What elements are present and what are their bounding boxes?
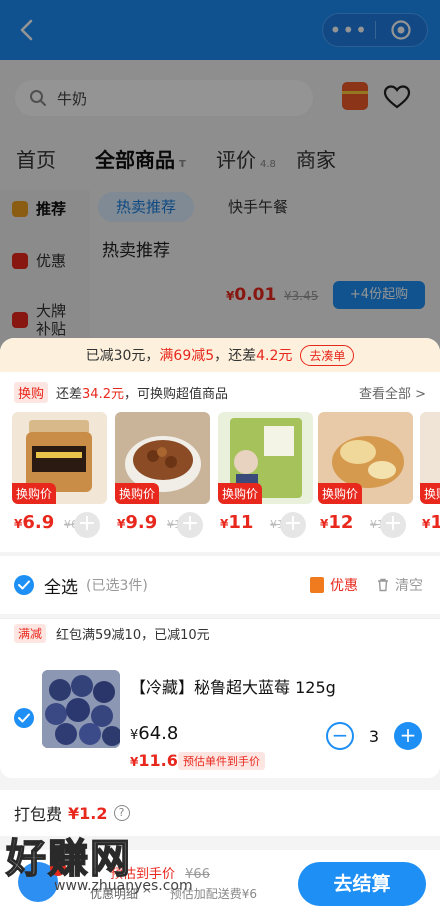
swap-price: ¥1 — [422, 512, 440, 533]
selected-count: (已选3件) — [86, 578, 148, 594]
swap-tag: 换购 — [14, 382, 49, 403]
product-image: 换购价 — [318, 412, 413, 504]
product-name[interactable]: 【冷藏】秘鲁超大蓝莓 125g — [130, 674, 336, 698]
swap-item[interactable]: 换购价 ¥6.9 ¥6 + — [12, 412, 107, 542]
help-icon[interactable]: ? — [113, 805, 130, 821]
promo-bar: 已减30元， 满69减5 ，还差 4.2元 去凑单 — [0, 338, 440, 372]
product-price: ¥64.8 — [130, 723, 179, 744]
discount-tag-icon — [310, 577, 324, 593]
quantity-stepper: − 3 + — [326, 722, 422, 750]
swap-price: ¥6.9 — [14, 512, 55, 533]
estimated-total: 预估到手价 ¥66 — [110, 867, 210, 882]
item-checkbox[interactable] — [14, 708, 34, 728]
modal-overlay[interactable] — [0, 0, 440, 350]
add-circle-icon[interactable]: + — [74, 512, 100, 538]
blueberry-image[interactable] — [42, 670, 120, 748]
quantity-value[interactable]: 3 — [354, 727, 394, 746]
checkout-bar: 预估到手价 ¥66 优惠明细 ^ 预估加配送费¥6 去结算 — [0, 850, 440, 912]
swap-item[interactable]: 换购价 ¥12 ¥1 + — [318, 412, 413, 542]
add-circle-icon[interactable]: + — [280, 512, 306, 538]
swap-item[interactable]: 换购价 ¥1 — [420, 412, 440, 542]
select-all-label[interactable]: 全选 — [44, 573, 78, 598]
swap-item[interactable]: 换购价 ¥9.9 ¥1 + — [115, 412, 210, 542]
swap-item[interactable]: 换购价 ¥11 ¥1 + — [218, 412, 313, 542]
clear-button[interactable]: 清空 — [376, 575, 423, 595]
estimated-price-tag: 预估单件到手价 — [178, 752, 265, 770]
packing-fee-value: ¥1.2 — [68, 803, 108, 823]
discount-detail-toggle[interactable]: 优惠明细 ^ — [90, 887, 152, 901]
checkout-button[interactable]: 去结算 — [298, 862, 426, 906]
add-circle-icon[interactable]: + — [177, 512, 203, 538]
swap-header: 换购 还差 34.2元 ，可换购超值商品 — [14, 382, 228, 403]
select-all-checkbox[interactable] — [14, 575, 34, 595]
price-detail-line: 优惠明细 ^ 预估加配送费¥6 — [90, 885, 257, 902]
see-all-link[interactable]: 查看全部 > — [359, 383, 426, 402]
cart-item: 【冷藏】秘鲁超大蓝莓 125g ¥64.8 ¥11.6 预估单件到手价 − 3 … — [0, 648, 440, 778]
swap-price: ¥11 — [220, 512, 254, 533]
product-image: 换购价 — [115, 412, 210, 504]
full-reduction-row: 满减 红包满59减10，已减10元 — [0, 618, 440, 648]
add-more-button[interactable]: 去凑单 — [300, 344, 355, 366]
delivery-fee-note: 预估加配送费¥6 — [169, 887, 257, 901]
full-reduction-tag: 满减 — [14, 624, 47, 643]
plus-icon[interactable]: + — [394, 722, 422, 750]
cart-count-badge — [50, 860, 66, 876]
product-image: 换购价 — [218, 412, 313, 504]
trash-icon — [378, 578, 388, 592]
add-circle-icon[interactable]: + — [380, 512, 406, 538]
select-all-bar: 全选 (已选3件) 优惠 清空 — [0, 556, 440, 614]
cart-sheet: 已减30元， 满69减5 ，还差 4.2元 去凑单 换购 还差 34.2元 ，可换购… — [0, 338, 440, 912]
packing-fee-row: 打包费 ¥1.2 ? — [0, 790, 440, 836]
discount-button[interactable]: 优惠 — [310, 575, 358, 595]
product-image: 换购价 — [420, 412, 440, 504]
product-image: 换购价 — [12, 412, 107, 504]
full-reduction-text: 红包满59减10，已减10元 — [56, 628, 210, 643]
minus-icon[interactable]: − — [326, 722, 354, 750]
packing-fee-label: 打包费 — [14, 805, 63, 824]
swap-price: ¥9.9 — [117, 512, 158, 533]
estimated-unit-price: ¥11.6 — [130, 751, 178, 770]
swap-section: 换购 还差 34.2元 ，可换购超值商品 查看全部 > 换购价 ¥6.9 ¥6 + … — [0, 372, 440, 552]
swap-price: ¥12 — [320, 512, 354, 533]
